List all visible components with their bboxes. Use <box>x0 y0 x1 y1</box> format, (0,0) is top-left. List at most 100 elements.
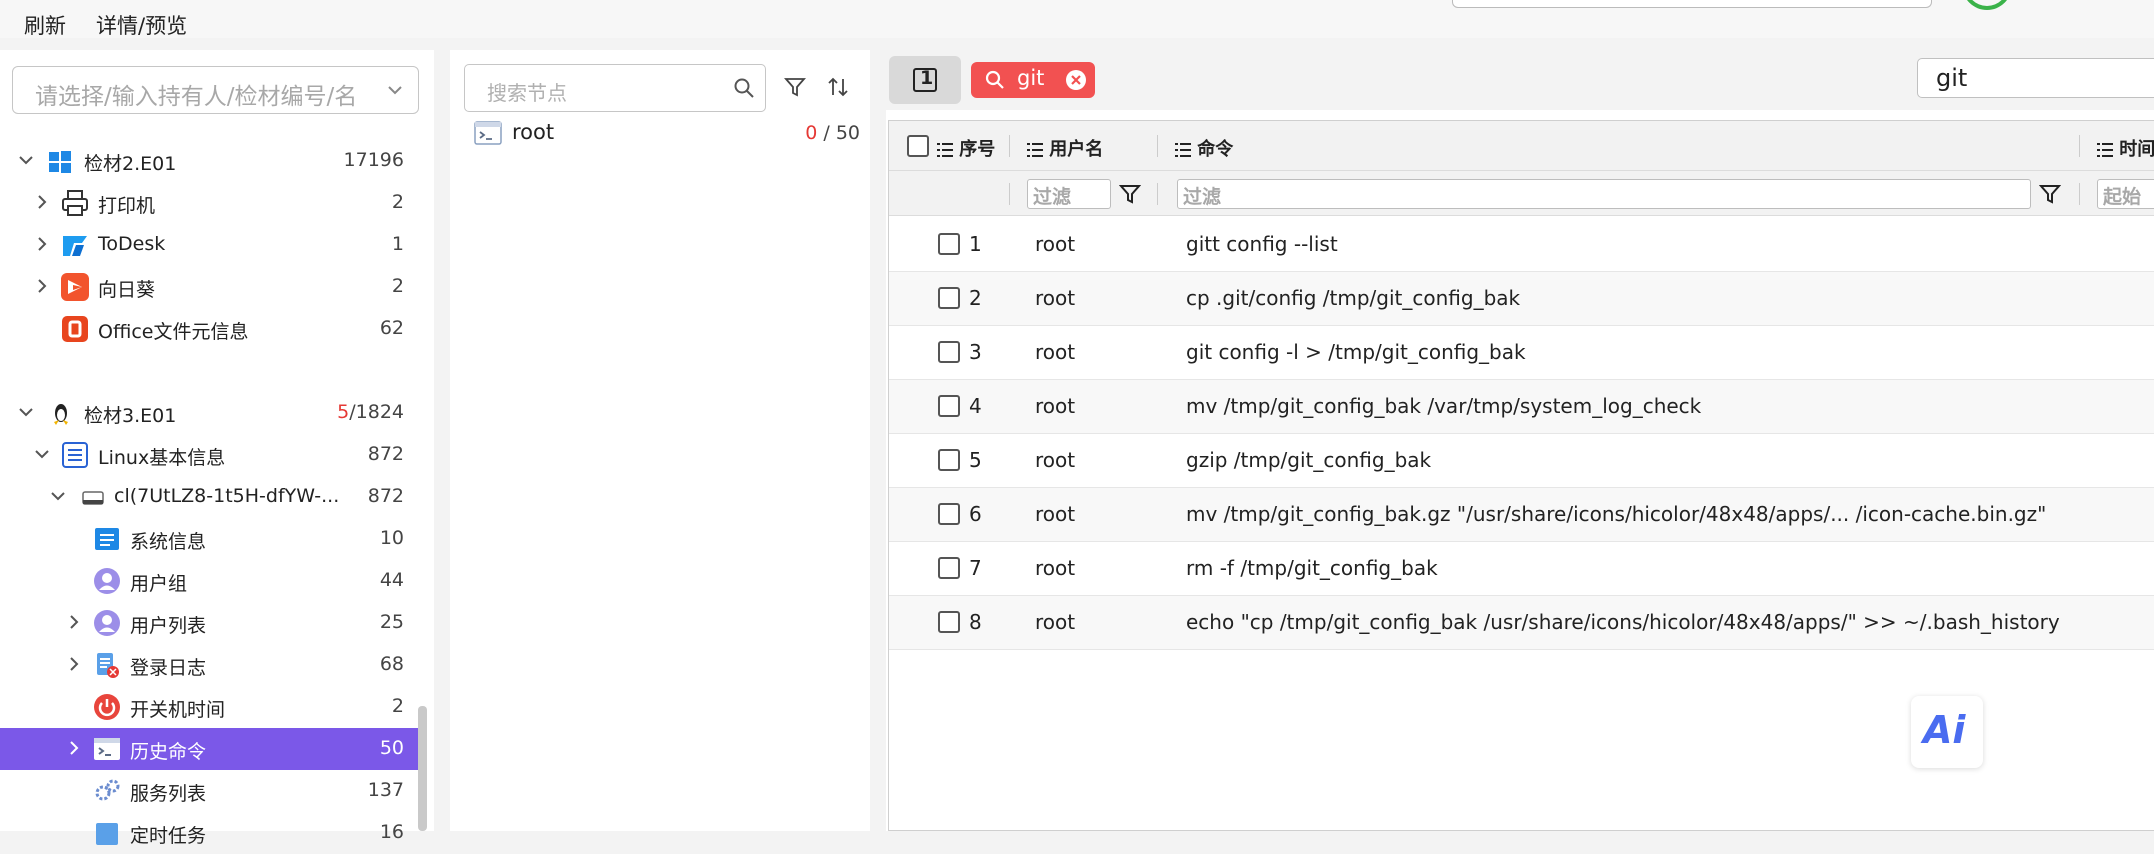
tree-item-sunflower[interactable]: 向日葵 2 <box>0 266 418 308</box>
table-row[interactable]: 8 root echo "cp /tmp/git_config_bak /usr… <box>889 596 2154 650</box>
tree-item-linux-basic-info[interactable]: Linux基本信息 872 <box>0 434 418 476</box>
tree-item-evidence2[interactable]: 检材2.E01 17196 <box>0 140 418 182</box>
search-icon <box>985 70 1004 89</box>
tree-item-printer[interactable]: 打印机 2 <box>0 182 418 224</box>
printer-icon <box>62 190 88 216</box>
power-icon <box>94 694 120 720</box>
column-header-time[interactable]: 时间 <box>2097 135 2154 161</box>
tree-item-login-logs[interactable]: 登录日志 68 <box>0 644 418 686</box>
table-row[interactable]: 2 root cp .git/config /tmp/git_config_ba… <box>889 272 2154 326</box>
ai-label: Ai <box>1923 708 1966 752</box>
tree-item-services[interactable]: 服务列表 137 <box>0 770 418 812</box>
row-checkbox[interactable] <box>938 557 960 579</box>
sort-icon[interactable] <box>826 76 850 98</box>
linux-penguin-icon <box>54 404 68 425</box>
tree-item-count: 25 <box>379 611 404 633</box>
tab-page-toggle[interactable]: 1 <box>889 56 961 104</box>
tree-item-power-times[interactable]: 开关机时间 2 <box>0 686 418 728</box>
chevron-down-icon[interactable] <box>48 486 68 506</box>
row-checkbox[interactable] <box>938 287 960 309</box>
row-command: cp .git/config /tmp/git_config_bak <box>1186 286 1521 310</box>
search-icon[interactable] <box>733 77 755 99</box>
table-row[interactable]: 5 root gzip /tmp/git_config_bak <box>889 434 2154 488</box>
row-checkbox[interactable] <box>938 611 960 633</box>
chevron-right-icon[interactable] <box>32 276 52 296</box>
close-icon[interactable] <box>1065 69 1087 91</box>
filter-icon[interactable] <box>784 76 806 98</box>
column-header-seq[interactable]: 序号 <box>937 135 995 161</box>
chevron-right-icon[interactable] <box>64 612 84 632</box>
column-divider <box>1157 183 1158 205</box>
tree-item-count: 872 <box>367 443 404 465</box>
filter-icon[interactable] <box>1119 183 1141 205</box>
table-row[interactable]: 7 root rm -f /tmp/git_config_bak <box>889 542 2154 596</box>
tree-item-scheduled-tasks[interactable]: 定时任务 16 <box>0 812 418 854</box>
tree-item-user-groups[interactable]: 用户组 44 <box>0 560 418 602</box>
node-search-input[interactable]: 搜索节点 <box>464 64 766 112</box>
table-row[interactable]: 3 root git config -l > /tmp/git_config_b… <box>889 326 2154 380</box>
row-user: root <box>1035 340 1076 364</box>
tree-item-todesk[interactable]: ToDesk 1 <box>0 224 418 266</box>
tree-item-user-list[interactable]: 用户列表 25 <box>0 602 418 644</box>
table-row[interactable]: 4 root mv /tmp/git_config_bak /var/tmp/s… <box>889 380 2154 434</box>
column-divider[interactable] <box>1009 135 1010 157</box>
row-checkbox[interactable] <box>938 503 960 525</box>
tree-item-system-info[interactable]: 系统信息 10 <box>0 518 418 560</box>
chevron-right-icon[interactable] <box>32 234 52 254</box>
chevron-right-icon[interactable] <box>32 192 52 212</box>
filter-tag-label: git <box>1017 66 1045 90</box>
row-checkbox[interactable] <box>938 449 960 471</box>
chevron-right-icon[interactable] <box>64 654 84 674</box>
top-search-box[interactable] <box>1452 0 1932 8</box>
column-header-user[interactable]: 用户名 <box>1027 135 1103 161</box>
terminal-icon <box>474 121 502 145</box>
tree-item-label: Office文件元信息 <box>98 321 249 343</box>
chevron-down-icon[interactable] <box>16 150 36 170</box>
row-checkbox[interactable] <box>938 341 960 363</box>
ai-assistant-button[interactable]: Ai <box>1911 696 1983 768</box>
node-item-root[interactable]: root 0 / 50 <box>470 118 860 152</box>
filter-tag-git[interactable]: git <box>971 62 1095 98</box>
command-filter-input[interactable]: 过滤 <box>1177 179 2031 209</box>
services-gear-icon <box>95 779 120 801</box>
tree-item-host[interactable]: cl(7UtLZ8-1t5H-dfYW-... 872 <box>0 476 418 518</box>
tree-item-label: 登录日志 <box>130 657 207 679</box>
left-scrollbar[interactable] <box>418 706 427 831</box>
node-label: root <box>512 120 555 144</box>
column-divider <box>1009 183 1010 205</box>
column-header-command[interactable]: 命令 <box>1175 135 1233 161</box>
select-all-checkbox[interactable] <box>907 135 929 157</box>
tree-item-history-commands[interactable]: 历史命令 50 <box>0 728 418 770</box>
table-row[interactable]: 6 root mv /tmp/git_config_bak.gz "/usr/s… <box>889 488 2154 542</box>
tree-item-office-metadata[interactable]: Office文件元信息 62 <box>0 308 418 350</box>
table-row[interactable]: 1 root gitt config --list <box>889 218 2154 272</box>
tree-item-count: 872 <box>367 485 404 507</box>
row-checkbox[interactable] <box>938 233 960 255</box>
row-command: gzip /tmp/git_config_bak <box>1186 448 1432 472</box>
column-list-icon <box>2097 143 2113 157</box>
office-icon <box>62 316 88 342</box>
row-checkbox[interactable] <box>938 395 960 417</box>
filter-placeholder: 过滤 <box>1183 186 1222 208</box>
user-filter-input[interactable]: 过滤 <box>1027 179 1111 209</box>
table-search-input[interactable]: git <box>1917 58 2154 98</box>
user-group-icon <box>94 568 120 594</box>
total-count: /1824 <box>349 401 404 423</box>
tree-item-evidence3[interactable]: 检材3.E01 5/1824 <box>0 392 418 434</box>
column-divider[interactable] <box>1157 135 1158 157</box>
time-filter-input[interactable]: 起始 <box>2097 179 2154 209</box>
evidence-select[interactable]: 请选择/输入持有人/检材编号/名 <box>12 66 419 114</box>
chevron-right-icon[interactable] <box>64 738 84 758</box>
row-user: root <box>1035 286 1076 310</box>
row-seq: 6 <box>969 502 982 526</box>
tree-item-label: Linux基本信息 <box>98 447 226 469</box>
row-seq: 1 <box>969 232 982 256</box>
refresh-menu-item[interactable]: 刷新 <box>24 10 66 40</box>
chevron-down-icon[interactable] <box>32 444 52 464</box>
tree-item-count: 16 <box>379 821 404 843</box>
user-list-icon <box>94 610 120 636</box>
chevron-down-icon[interactable] <box>16 402 36 422</box>
column-divider[interactable] <box>2079 135 2080 157</box>
filter-icon[interactable] <box>2039 183 2061 205</box>
details-preview-menu-item[interactable]: 详情/预览 <box>96 10 187 40</box>
